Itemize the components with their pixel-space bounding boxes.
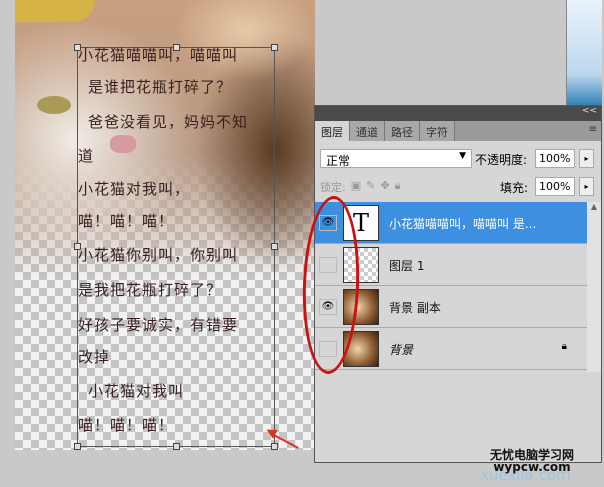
text-bounding-box[interactable]: 小花猫喵喵叫，喵喵叫 是谁把花瓶打碎了？ 爸爸没看见，妈妈不知 道 小花猫对我叫…	[74, 44, 278, 450]
transform-handle[interactable]	[271, 443, 278, 450]
tab-layers[interactable]: 图层	[315, 121, 350, 141]
text-line: 小花猫对我叫，	[78, 180, 191, 198]
text-line: 道	[78, 147, 95, 165]
lock-brush-icon[interactable]: ✎	[366, 179, 375, 195]
text-line: 是谁把花瓶打碎了？	[88, 78, 233, 96]
panel-menu-icon[interactable]: ≡	[589, 124, 597, 135]
layer-name: 背景	[389, 343, 414, 357]
text-line: 喵！喵！喵！	[78, 416, 175, 434]
lock-icon: 🔒︎	[561, 341, 567, 352]
transform-handle[interactable]	[74, 443, 81, 450]
panel-tabs: 图层 通道 路径 字符 ≡	[315, 121, 601, 141]
lock-all-icon[interactable]: 🔒︎	[395, 179, 401, 195]
layer-name: 背景 副本	[389, 301, 441, 315]
text-line: 是我把花瓶打碎了？	[78, 281, 223, 299]
opacity-input[interactable]: 100%	[535, 149, 575, 168]
lock-label: 锁定:	[320, 181, 346, 194]
transform-handle[interactable]	[271, 44, 278, 51]
layer-row-background[interactable]: 背景 🔒︎	[315, 328, 587, 370]
fill-slider-button[interactable]: ▸	[579, 177, 594, 196]
blend-mode-select[interactable]: 正常 ▼	[320, 149, 472, 168]
cat-eye	[37, 96, 71, 114]
blend-mode-value: 正常	[326, 154, 351, 168]
text-line: 好孩子要诚实，有错要	[78, 316, 239, 334]
lock-transparency-icon[interactable]: ▣	[351, 179, 361, 195]
lock-move-icon[interactable]: ✥	[380, 179, 389, 195]
hat	[15, 0, 95, 22]
text-line: 喵！喵！喵！	[78, 212, 175, 230]
opacity-slider-button[interactable]: ▸	[579, 149, 594, 168]
layers-scrollbar[interactable]: ▲	[587, 202, 601, 372]
text-line: 改掉	[78, 348, 111, 366]
tab-character[interactable]: 字符	[420, 121, 455, 141]
collapse-button[interactable]: <<	[582, 106, 597, 116]
background-window	[566, 0, 602, 106]
text-line: 小花猫对我叫	[88, 382, 185, 400]
fill-label: 填充:	[500, 181, 529, 195]
text-line: 爸爸没看见，妈妈不知	[88, 113, 249, 131]
layer-name: 图层 1	[389, 259, 425, 273]
tab-paths[interactable]: 路径	[385, 121, 420, 141]
chevron-down-icon: ▼	[459, 151, 466, 161]
panel-header[interactable]: <<	[315, 106, 601, 121]
tab-channels[interactable]: 通道	[350, 121, 385, 141]
fill-input[interactable]: 100%	[535, 177, 575, 196]
document-canvas[interactable]: 小花猫喵喵叫，喵喵叫 是谁把花瓶打碎了？ 爸爸没看见，妈妈不知 道 小花猫对我叫…	[15, 0, 315, 450]
layer-name: 小花猫喵喵叫，喵喵叫 是...	[389, 217, 537, 231]
watermark-line: wypcw.com	[493, 460, 571, 474]
opacity-label: 不透明度:	[475, 153, 528, 167]
transform-handle[interactable]	[173, 443, 180, 450]
text-line: 小花猫喵喵叫，喵喵叫	[78, 46, 239, 64]
text-line: 小花猫你别叫，你别叫	[78, 246, 239, 264]
transform-handle[interactable]	[271, 243, 278, 250]
watermark: 无忧电脑学习网 wypcw.com	[490, 449, 574, 473]
